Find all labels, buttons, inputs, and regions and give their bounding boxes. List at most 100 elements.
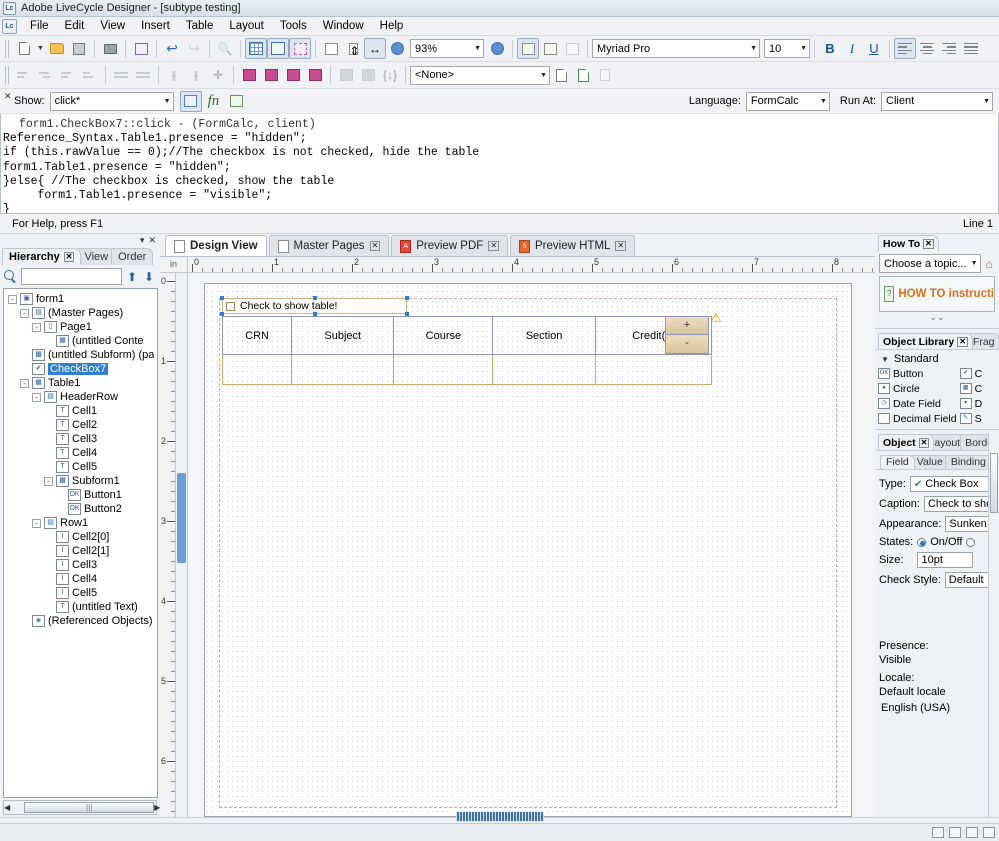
move-down-icon[interactable]: ⬇ <box>142 270 156 284</box>
table-body-cell[interactable] <box>221 354 293 385</box>
how-to-instruction-box[interactable]: ? HOW TO instructi <box>879 276 995 312</box>
table-header-cell[interactable]: CRN <box>221 316 293 355</box>
tab-object-library[interactable]: Object Library ✕ <box>878 333 973 349</box>
tree-node[interactable]: T Cell1 <box>6 404 157 418</box>
close-icon[interactable]: ✕ <box>918 437 930 448</box>
group-icon[interactable] <box>335 65 357 86</box>
align-objects-bottom-icon[interactable] <box>79 65 101 86</box>
check-script-syntax-icon[interactable] <box>225 91 247 112</box>
table-header-cell[interactable]: Section <box>492 316 596 355</box>
zoom-out-icon[interactable] <box>386 38 408 59</box>
toolbar-grip[interactable] <box>5 66 10 84</box>
type-combo[interactable]: ✔ Check Box <box>909 476 995 492</box>
tree-node[interactable]: ▦ (untitled Conte <box>6 334 157 348</box>
panel-menu-icon[interactable]: ▾ <box>140 235 145 246</box>
scroll-thumb[interactable] <box>177 473 186 563</box>
tree-node[interactable]: T Cell5 <box>6 460 157 474</box>
new-document-icon[interactable] <box>13 38 35 59</box>
size-input[interactable]: 10pt <box>917 552 974 568</box>
tree-node[interactable]: T (untitled Text) <box>6 600 157 614</box>
lock-icon[interactable] <box>594 65 616 86</box>
save-icon[interactable] <box>68 38 90 59</box>
menu-view[interactable]: View <box>93 18 132 34</box>
taskbar-icon[interactable] <box>983 827 995 838</box>
scroll-thumb[interactable] <box>990 453 998 513</box>
send-to-back-icon[interactable] <box>304 65 326 86</box>
search-input[interactable] <box>21 268 122 285</box>
menu-edit[interactable]: Edit <box>58 18 92 34</box>
move-up-icon[interactable]: ⬆ <box>125 270 139 284</box>
hierarchy-tree[interactable]: - ▣ form1- ▤ (Master Pages) - ▯ Page1 ▦ (untitled… <box>3 288 158 798</box>
grid-icon[interactable] <box>245 38 267 59</box>
tab-object[interactable]: Object ✕ <box>878 434 935 450</box>
undo-icon[interactable]: ↩ <box>161 38 183 59</box>
table-header-cell[interactable]: Subject <box>291 316 395 355</box>
insert-reference-icon[interactable] <box>179 90 202 112</box>
image-icon[interactable] <box>561 38 583 59</box>
form-properties-icon[interactable] <box>517 38 539 59</box>
tree-node[interactable]: OK Button1 <box>6 488 157 502</box>
form-table[interactable]: CRN Subject Course Section Credit(s) <box>221 316 713 385</box>
zoom-in-icon[interactable] <box>486 38 508 59</box>
checkbox-field[interactable]: Check to show table! <box>220 296 409 316</box>
menu-file[interactable]: File <box>23 18 56 34</box>
new-document-dropdown-icon[interactable]: ▼ <box>35 45 46 52</box>
library-item[interactable]: ✔ C <box>957 366 999 381</box>
selection-icon[interactable] <box>289 38 311 59</box>
tree-node[interactable]: - ▩ Subform1 <box>6 474 157 488</box>
tree-node[interactable]: ✔ CheckBox7 <box>6 362 157 376</box>
resize-handle[interactable] <box>220 296 224 300</box>
page-icon[interactable] <box>320 38 342 59</box>
print-icon[interactable] <box>99 38 121 59</box>
taskbar-icon[interactable] <box>932 827 944 838</box>
distribute-horizontal-icon[interactable] <box>110 65 132 86</box>
center-vertically-icon[interactable]: ⫳ <box>185 65 207 86</box>
menu-tools[interactable]: Tools <box>273 18 314 34</box>
close-script-editor-icon[interactable]: ✕ <box>4 91 12 102</box>
tree-expander-icon[interactable]: - <box>8 294 17 304</box>
scroll-left-icon[interactable]: ◀ <box>4 803 10 812</box>
scroll-thumb[interactable]: ||| <box>24 802 155 813</box>
redo-icon[interactable]: ↪ <box>183 38 205 59</box>
menu-window[interactable]: Window <box>316 18 371 34</box>
tree-node[interactable]: OK Button2 <box>6 502 157 516</box>
table-header-cell[interactable]: Course <box>393 316 494 355</box>
language-combo[interactable]: FormCalc ▼ <box>745 91 830 111</box>
tree-expander-icon[interactable]: - <box>20 378 29 388</box>
library-item[interactable]: ✎ S <box>957 411 999 426</box>
show-event-combo[interactable]: click* ▼ <box>49 91 174 111</box>
size-equal-icon[interactable]: ✛ <box>207 65 229 86</box>
tab-field[interactable]: Field <box>880 455 915 469</box>
collapse-chevron-icon[interactable]: ⌄⌄ <box>879 312 995 322</box>
align-objects-center-icon[interactable] <box>35 65 57 86</box>
tab-order[interactable]: Order <box>111 248 154 265</box>
grid-color-icon[interactable] <box>267 38 289 59</box>
wrap-icon[interactable]: {↓} <box>379 65 401 86</box>
style-combo[interactable]: <None> ▼ <box>410 65 550 85</box>
states-other-radio[interactable] <box>966 537 976 547</box>
taskbar-icon[interactable] <box>966 827 978 838</box>
search-icon[interactable] <box>4 269 18 284</box>
tab-binding[interactable]: Binding <box>944 455 992 469</box>
hierarchy-horizontal-scrollbar[interactable]: ◀ ||| ▶ <box>3 800 160 815</box>
locale-option[interactable]: English (USA) <box>879 700 995 716</box>
table-body-cell[interactable] <box>393 354 494 385</box>
bring-forward-icon[interactable] <box>260 65 282 86</box>
checkbox-icon[interactable] <box>226 301 235 311</box>
fit-height-icon[interactable]: ⇕ <box>342 38 364 59</box>
remove-row-button[interactable]: - <box>665 335 709 354</box>
tree-node[interactable]: I Cell5 <box>6 586 157 600</box>
tree-node[interactable]: - ▦ Table1 <box>6 376 157 390</box>
align-justify-icon[interactable] <box>960 38 982 59</box>
library-item[interactable]: ◷ Date Field <box>875 396 957 411</box>
font-size-combo[interactable]: 10 ▼ <box>764 39 810 58</box>
home-icon[interactable]: ⌂ <box>984 256 996 272</box>
library-item[interactable]: ▦ C <box>957 381 999 396</box>
document-menu-icon[interactable]: Lc <box>2 18 17 34</box>
tab-preview-pdf[interactable]: A Preview PDF ✕ <box>391 235 509 256</box>
send-backward-icon[interactable] <box>282 65 304 86</box>
tab-design-view[interactable]: Design View <box>165 235 267 256</box>
tree-expander-icon[interactable]: - <box>20 308 29 318</box>
script-code-editor[interactable]: form1.CheckBox7::click - (FormCalc, clie… <box>0 114 999 214</box>
tree-node[interactable]: I Cell2[0] <box>6 530 157 544</box>
